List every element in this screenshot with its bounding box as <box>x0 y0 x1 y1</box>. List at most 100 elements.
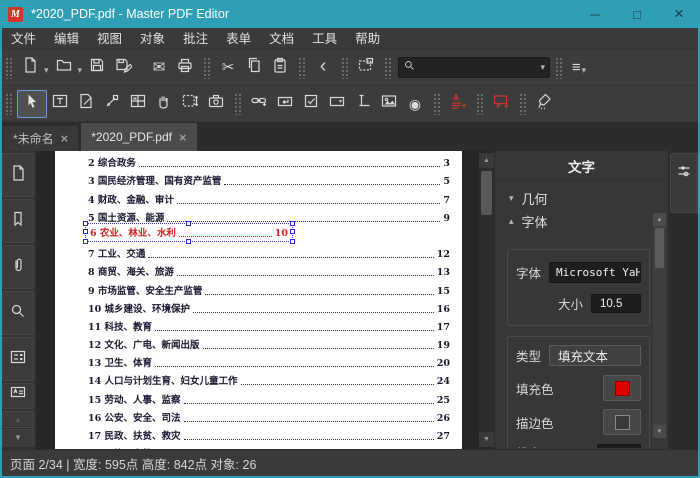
selection-handle[interactable] <box>186 239 191 244</box>
line-width-input[interactable]: 1 <box>597 444 641 448</box>
open-dropdown-arrow[interactable]: ▾ <box>78 65 83 76</box>
forms-editor-button[interactable] <box>125 91 151 117</box>
save-button[interactable] <box>84 55 110 81</box>
cut-button[interactable]: ✂ <box>215 55 241 81</box>
image-field-button[interactable] <box>376 91 402 117</box>
search-box[interactable]: ▾ <box>398 57 550 78</box>
tab-close-icon[interactable]: × <box>179 130 187 145</box>
scroll-down-button[interactable]: ▼ <box>479 432 494 447</box>
maximize-button[interactable]: □ <box>616 0 658 28</box>
menu-forms[interactable]: 表单 <box>217 28 260 50</box>
search-dropdown-arrow[interactable]: ▾ <box>541 62 546 73</box>
section-geometry[interactable]: ▾ 几何 <box>495 187 668 210</box>
minimize-button[interactable]: ─ <box>574 0 616 28</box>
toolbar-grip[interactable] <box>234 93 241 115</box>
menu-file[interactable]: 文件 <box>2 28 45 50</box>
properties-toggle-tab[interactable] <box>670 153 698 213</box>
radio-button-field-button[interactable]: ◉ <box>402 91 428 117</box>
font-family-input[interactable]: Microsoft YaHei <box>549 262 641 283</box>
highlighter-tool-button[interactable] <box>531 91 557 117</box>
toc-page: 17 <box>437 322 450 333</box>
edit-path-tool-button[interactable] <box>99 91 125 117</box>
close-button[interactable]: × <box>658 0 700 28</box>
email-button[interactable]: ✉ <box>146 55 172 81</box>
selection-handle[interactable] <box>186 221 191 226</box>
toolbar-grip[interactable] <box>5 57 12 79</box>
new-document-button[interactable] <box>17 55 43 81</box>
tab-close-icon[interactable]: × <box>61 131 69 146</box>
select-area-tool-button[interactable] <box>177 91 203 117</box>
toolbar-menu-button[interactable]: ≡▾ <box>567 55 593 81</box>
sidebar-bookmarks-button[interactable] <box>2 199 34 243</box>
panel-scrollbar-thumb[interactable] <box>655 228 664 268</box>
edit-document-tool-button[interactable] <box>73 91 99 117</box>
menu-help[interactable]: 帮助 <box>346 28 389 50</box>
scrollbar-thumb[interactable] <box>481 171 492 215</box>
fill-color-button[interactable] <box>603 375 641 401</box>
toolbar-grip[interactable] <box>519 93 526 115</box>
edit-text-tool-button[interactable] <box>47 91 73 117</box>
menu-bar: 文件 编辑 视图 对象 批注 表单 文档 工具 帮助 <box>0 28 700 50</box>
stroke-color-button[interactable] <box>603 409 641 435</box>
panel-scroll-down-button[interactable]: ▼ <box>653 425 666 438</box>
section-font[interactable]: ▴ 字体 <box>495 210 668 233</box>
checkbox-field-button[interactable] <box>298 91 324 117</box>
selection-handle[interactable] <box>83 239 88 244</box>
new-dropdown-arrow[interactable]: ▾ <box>44 65 49 76</box>
panel-scroll-up-button[interactable]: ▲ <box>653 213 666 226</box>
font-size-input[interactable]: 10.5 <box>591 294 641 313</box>
select-tool-button[interactable] <box>17 90 47 118</box>
selection-handle[interactable] <box>83 229 88 234</box>
menu-document[interactable]: 文档 <box>260 28 303 50</box>
toolbar-grip[interactable] <box>384 57 391 79</box>
tab-untitled[interactable]: *未命名 × <box>3 126 78 151</box>
menu-edit[interactable]: 编辑 <box>45 28 88 50</box>
sidebar-scroll-up-button[interactable]: ▲ <box>2 411 34 428</box>
menu-tools[interactable]: 工具 <box>303 28 346 50</box>
toolbar-grip[interactable] <box>5 93 12 115</box>
selection-handle[interactable] <box>290 229 295 234</box>
hamburger-menu-icon: ≡ <box>572 60 581 75</box>
tab-2020-pdf[interactable]: *2020_PDF.pdf × <box>81 123 196 151</box>
print-button[interactable] <box>172 55 198 81</box>
panel-scrollbar[interactable]: ▲ ▼ <box>653 213 666 438</box>
add-callout-annotation-button[interactable] <box>488 91 514 117</box>
add-text-annotation-button[interactable] <box>445 91 471 117</box>
sidebar-form-fields-button[interactable] <box>2 337 34 381</box>
document-viewport[interactable]: 2 综合政务3 3 国民经济管理、国有资产监管5 4 财政、金融、审计7 5 国… <box>36 151 494 449</box>
toolbar-grip[interactable] <box>203 57 210 79</box>
toolbar-grip[interactable] <box>555 57 562 79</box>
toolbar-grip[interactable] <box>476 93 483 115</box>
menu-object[interactable]: 对象 <box>131 28 174 50</box>
combobox-field-button[interactable] <box>324 91 350 117</box>
toolbar-grip[interactable] <box>433 93 440 115</box>
back-button[interactable]: ‹ <box>310 55 336 81</box>
selection-handle[interactable] <box>290 221 295 226</box>
screenshot-tool-button[interactable] <box>203 91 229 117</box>
snapshot-button[interactable] <box>353 55 379 81</box>
selection-handle[interactable] <box>83 221 88 226</box>
sidebar-signatures-button[interactable] <box>2 383 34 409</box>
sidebar-page-thumbnails-button[interactable] <box>2 153 34 197</box>
menu-annotate[interactable]: 批注 <box>174 28 217 50</box>
menu-view[interactable]: 视图 <box>88 28 131 50</box>
selected-text-object[interactable]: 6 农业、林业、水利10 <box>85 223 293 242</box>
paste-button[interactable] <box>267 55 293 81</box>
document-scrollbar[interactable]: ▲ ▼ <box>479 153 494 447</box>
text-type-select[interactable]: 填充文本 <box>549 345 641 366</box>
copy-button[interactable] <box>241 55 267 81</box>
search-input[interactable] <box>416 61 540 75</box>
scroll-up-button[interactable]: ▲ <box>479 153 494 168</box>
text-field-button[interactable] <box>272 91 298 117</box>
hand-tool-button[interactable] <box>151 91 177 117</box>
selection-handle[interactable] <box>290 239 295 244</box>
sidebar-search-button[interactable] <box>2 291 34 335</box>
add-link-button[interactable] <box>246 91 272 117</box>
sidebar-attachments-button[interactable] <box>2 245 34 289</box>
listbox-field-button[interactable] <box>350 91 376 117</box>
toolbar-grip[interactable] <box>341 57 348 79</box>
toolbar-grip[interactable] <box>298 57 305 79</box>
open-file-button[interactable] <box>51 55 77 81</box>
sidebar-scroll-down-button[interactable]: ▼ <box>2 429 34 446</box>
save-as-button[interactable] <box>110 55 136 81</box>
